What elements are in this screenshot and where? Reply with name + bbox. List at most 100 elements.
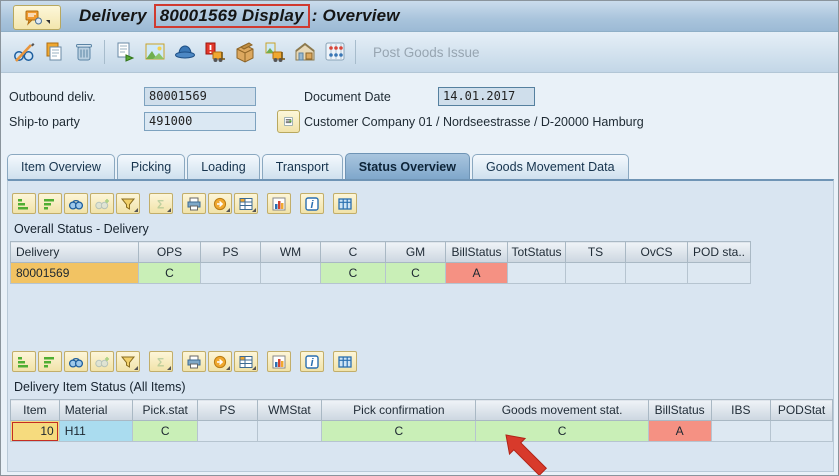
cell-ibs-status[interactable]: [710, 420, 772, 442]
cell-gm-status[interactable]: C: [385, 262, 446, 284]
sort-descending-button[interactable]: [38, 193, 62, 214]
cell-c-status[interactable]: C: [320, 262, 386, 284]
cell-item-number[interactable]: 10: [10, 420, 60, 442]
cell-wm-status[interactable]: [256, 420, 323, 442]
tab-goods-movement-data[interactable]: Goods Movement Data: [471, 154, 629, 179]
table-views-icon: [338, 355, 352, 368]
hat-button[interactable]: [171, 38, 199, 66]
find-button[interactable]: [64, 351, 88, 372]
column-header-wmstat[interactable]: WMStat: [256, 399, 323, 421]
sort-ascending-button[interactable]: [12, 193, 36, 214]
cell-tot-status[interactable]: [507, 262, 566, 284]
column-header-gm[interactable]: GM: [385, 241, 446, 263]
cell-bill-status[interactable]: A: [445, 262, 508, 284]
find-button[interactable]: [64, 193, 88, 214]
find-next-button[interactable]: [90, 193, 114, 214]
item-status-grid-toolbar: Σ i: [12, 351, 357, 372]
sort-descending-button[interactable]: [38, 351, 62, 372]
column-header-totstatus[interactable]: TotStatus: [507, 241, 566, 263]
column-header-pickstat[interactable]: Pick.stat: [132, 399, 199, 421]
copy-button[interactable]: [40, 38, 68, 66]
sum-button[interactable]: Σ: [149, 351, 173, 372]
column-header-podstat[interactable]: PODStat: [770, 399, 833, 421]
cell-bill-status[interactable]: A: [647, 420, 712, 442]
column-header-material[interactable]: Material: [58, 399, 134, 421]
display-change-button[interactable]: [10, 38, 38, 66]
outbound-delivery-field[interactable]: [144, 87, 256, 106]
sum-button[interactable]: Σ: [149, 193, 173, 214]
cell-ps-status[interactable]: [197, 420, 258, 442]
column-header-ops[interactable]: OPS: [138, 241, 201, 263]
column-header-item[interactable]: Item: [10, 399, 60, 421]
column-header-ovcs[interactable]: OvCS: [625, 241, 688, 263]
column-header-ps[interactable]: PS: [197, 399, 258, 421]
views-button[interactable]: [333, 351, 357, 372]
sort-ascending-button[interactable]: [12, 351, 36, 372]
info-button[interactable]: i: [300, 193, 324, 214]
column-header-goods-movement[interactable]: Goods movement stat.: [475, 399, 649, 421]
unpack-picture-button[interactable]: [261, 38, 289, 66]
print-button[interactable]: [182, 351, 206, 372]
glasses-pencil-icon: [14, 43, 35, 62]
column-header-wm[interactable]: WM: [260, 241, 321, 263]
document-date-field[interactable]: [438, 87, 535, 106]
item-status-table: Item Material Pick.stat PS WMStat Pick c…: [10, 399, 833, 442]
overall-status-row[interactable]: 80001569 C C C A: [10, 262, 751, 284]
tab-transport[interactable]: Transport: [261, 154, 343, 179]
export-icon: [213, 355, 227, 368]
cell-ps-status[interactable]: [200, 262, 261, 284]
column-header-ts[interactable]: TS: [565, 241, 626, 263]
choose-layout-button[interactable]: [234, 351, 258, 372]
services-for-object-button[interactable]: [13, 5, 61, 30]
export-button[interactable]: [208, 193, 232, 214]
tab-status-overview[interactable]: Status Overview: [344, 153, 470, 179]
find-next-button[interactable]: [90, 351, 114, 372]
export-button[interactable]: [208, 351, 232, 372]
pack-button[interactable]: [231, 38, 259, 66]
info-button[interactable]: i: [300, 351, 324, 372]
cell-pick-status[interactable]: C: [132, 420, 199, 442]
choose-layout-button[interactable]: [234, 193, 258, 214]
picture-button[interactable]: [141, 38, 169, 66]
column-header-pick-confirmation[interactable]: Pick confirmation: [321, 399, 477, 421]
goods-issue-document-button[interactable]: [201, 38, 229, 66]
post-goods-issue-button[interactable]: Post Goods Issue: [367, 44, 486, 61]
forklift-warning-icon: [205, 42, 225, 62]
graphic-button[interactable]: [267, 193, 291, 214]
cell-material[interactable]: H11: [58, 420, 134, 442]
document-flow-button[interactable]: [111, 38, 139, 66]
cell-ovcs-status[interactable]: [625, 262, 688, 284]
column-header-podstatus[interactable]: POD sta..: [687, 241, 751, 263]
cell-wm-status[interactable]: [260, 262, 321, 284]
graphic-button[interactable]: [267, 351, 291, 372]
tab-loading[interactable]: Loading: [187, 154, 260, 179]
text-document-icon: [284, 117, 293, 126]
cell-delivery-number[interactable]: 80001569: [10, 262, 139, 284]
column-header-delivery[interactable]: Delivery: [10, 241, 139, 263]
print-button[interactable]: [182, 193, 206, 214]
abacus-button[interactable]: [321, 38, 349, 66]
cell-ts-status[interactable]: [565, 262, 626, 284]
tab-picking[interactable]: Picking: [116, 154, 186, 179]
find-next-icon: [95, 356, 109, 367]
cell-pod-status[interactable]: [687, 262, 751, 284]
ship-to-party-field[interactable]: [144, 112, 256, 131]
filter-button[interactable]: [116, 351, 140, 372]
views-button[interactable]: [333, 193, 357, 214]
cell-pod-status[interactable]: [770, 420, 833, 442]
column-header-ibs[interactable]: IBS: [710, 399, 772, 421]
filter-button[interactable]: [116, 193, 140, 214]
warehouse-button[interactable]: [291, 38, 319, 66]
cell-goods-movement-status[interactable]: C: [475, 420, 649, 442]
delete-button[interactable]: [70, 38, 98, 66]
item-status-row[interactable]: 10 H11 C C C A: [10, 420, 833, 442]
column-header-c[interactable]: C: [320, 241, 386, 263]
svg-text:Σ: Σ: [157, 355, 164, 369]
column-header-ps[interactable]: PS: [200, 241, 261, 263]
column-header-billstatus[interactable]: BillStatus: [445, 241, 508, 263]
cell-ops-status[interactable]: C: [138, 262, 201, 284]
column-header-billstatus[interactable]: BillStatus: [647, 399, 712, 421]
texts-button[interactable]: [277, 110, 300, 133]
cell-pick-confirmation-status[interactable]: C: [321, 420, 477, 442]
tab-item-overview[interactable]: Item Overview: [7, 154, 115, 179]
